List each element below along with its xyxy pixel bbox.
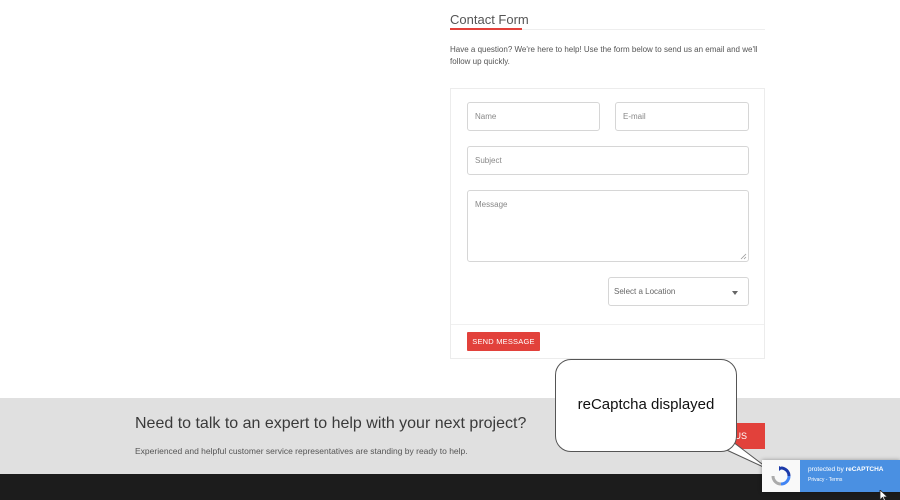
subject-input[interactable]: Subject [467,146,749,175]
email-placeholder: E-mail [623,112,646,121]
recaptcha-prefix: protected by [808,466,846,473]
message-placeholder: Message [475,200,508,209]
recaptcha-logo-icon [762,460,800,492]
send-message-button[interactable]: SEND MESSAGE [467,332,540,351]
location-select[interactable]: Select a Location [608,277,749,306]
location-select-value: Select a Location [614,287,676,296]
recaptcha-brand: reCAPTCHA [845,466,884,473]
annotation-text: reCaptcha displayed [577,396,715,413]
chevron-down-icon [732,291,738,295]
form-footer-divider [451,324,764,325]
resize-grip-icon[interactable] [739,252,747,260]
recaptcha-badge[interactable]: protected by reCAPTCHA Privacy - Terms [762,460,900,492]
recaptcha-privacy-terms-links[interactable]: Privacy - Terms [808,477,900,483]
name-input[interactable]: Name [467,102,600,131]
subject-placeholder: Subject [475,156,502,165]
cta-title: Need to talk to an expert to help with y… [135,415,527,432]
contact-form-title: Contact Form [450,12,529,27]
title-accent-underline [450,28,522,30]
contact-form-card: Name E-mail Subject Message Select a Loc… [450,88,765,359]
recaptcha-panel: protected by reCAPTCHA Privacy - Terms [800,460,900,492]
email-input[interactable]: E-mail [615,102,749,131]
contact-intro-text: Have a question? We're here to help! Use… [450,45,758,66]
cta-subtitle: Experienced and helpful customer service… [135,446,468,456]
name-placeholder: Name [475,112,497,121]
mouse-pointer-icon [879,490,889,500]
recaptcha-protected-line: protected by reCAPTCHA [808,466,900,473]
message-textarea[interactable]: Message [467,190,749,262]
annotation-callout: reCaptcha displayed [555,359,737,452]
